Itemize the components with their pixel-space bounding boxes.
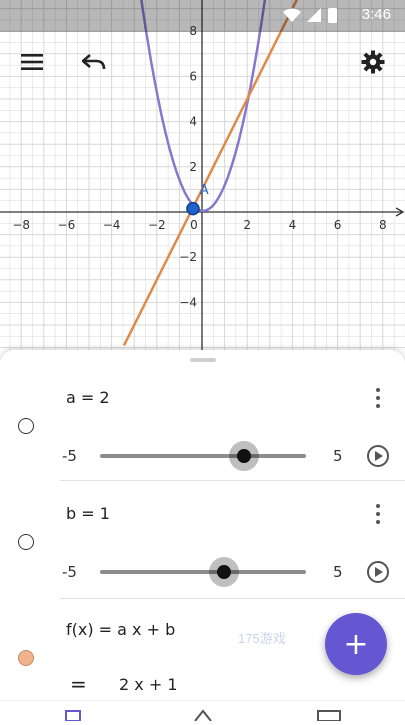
status-icons bbox=[281, 6, 341, 30]
status-bar: 3:46 bbox=[0, 0, 405, 34]
slider-thumb-b[interactable] bbox=[208, 557, 239, 587]
row-divider bbox=[60, 480, 405, 481]
algebra-row-a[interactable]: a = 2 -5 5 bbox=[0, 366, 405, 481]
graphics-view[interactable]: A −8 −6 −4 −2 0 2 4 6 88642−2−4 bbox=[0, 0, 405, 360]
undo-button[interactable] bbox=[74, 42, 114, 82]
battery-icon bbox=[328, 8, 337, 23]
equals-sign: = bbox=[70, 672, 87, 696]
more-options-a[interactable] bbox=[371, 386, 385, 410]
plus-icon: + bbox=[343, 626, 369, 662]
x-tick-label: −8 bbox=[12, 218, 30, 232]
slider-track-b[interactable] bbox=[100, 570, 306, 574]
visibility-toggle-f[interactable] bbox=[18, 650, 34, 666]
watermark: 175游戏 bbox=[238, 631, 286, 646]
row-divider bbox=[60, 598, 405, 599]
wifi-icon bbox=[283, 8, 301, 22]
y-tick-label: −4 bbox=[179, 295, 197, 309]
menu-button[interactable] bbox=[12, 42, 52, 82]
slider-thumb-a[interactable] bbox=[229, 441, 260, 471]
x-tick-label: 4 bbox=[289, 218, 297, 232]
status-time: 3:46 bbox=[361, 6, 391, 23]
expression-f-result: 2 x + 1 bbox=[119, 675, 178, 694]
signal-icon bbox=[307, 8, 321, 22]
play-button-a[interactable] bbox=[367, 445, 389, 467]
algebra-row-b[interactable]: b = 1 -5 5 bbox=[0, 482, 405, 599]
x-tick-label: 8 bbox=[379, 218, 387, 232]
slider-max-b: 5 bbox=[333, 563, 343, 581]
bottom-navigation[interactable] bbox=[0, 700, 405, 722]
y-tick-label: 6 bbox=[189, 69, 197, 83]
visibility-toggle-a[interactable] bbox=[18, 418, 34, 434]
gear-icon bbox=[361, 50, 385, 74]
expression-f[interactable]: f(x) = a x + b bbox=[66, 620, 175, 639]
point-a-label: A bbox=[200, 183, 209, 198]
linear-function-line[interactable] bbox=[122, 0, 304, 346]
menu-icon bbox=[21, 54, 43, 70]
expression-b[interactable]: b = 1 bbox=[66, 504, 110, 523]
y-tick-label: 4 bbox=[189, 115, 197, 129]
more-options-b[interactable] bbox=[371, 502, 385, 526]
undo-icon bbox=[82, 54, 106, 70]
add-input-button[interactable]: + bbox=[325, 613, 387, 675]
x-tick-label: 6 bbox=[334, 218, 342, 232]
slider-min-b: -5 bbox=[62, 563, 77, 581]
slider-track-a[interactable] bbox=[100, 454, 306, 458]
visibility-toggle-b[interactable] bbox=[18, 534, 34, 550]
expression-a[interactable]: a = 2 bbox=[66, 388, 110, 407]
y-tick-label: −2 bbox=[179, 250, 197, 264]
x-tick-label: −6 bbox=[58, 218, 76, 232]
point-a[interactable] bbox=[186, 201, 200, 216]
slider-min-a: -5 bbox=[62, 447, 77, 465]
x-tick-label: 2 bbox=[243, 218, 251, 232]
panel-drag-handle[interactable] bbox=[190, 358, 216, 362]
x-tick-label: −2 bbox=[148, 218, 166, 232]
y-tick-label: 2 bbox=[189, 160, 197, 174]
play-button-b[interactable] bbox=[367, 561, 389, 583]
settings-button[interactable] bbox=[353, 42, 393, 82]
x-tick-label: 0 bbox=[190, 218, 198, 232]
slider-max-a: 5 bbox=[333, 447, 343, 465]
x-tick-label: −4 bbox=[103, 218, 121, 232]
